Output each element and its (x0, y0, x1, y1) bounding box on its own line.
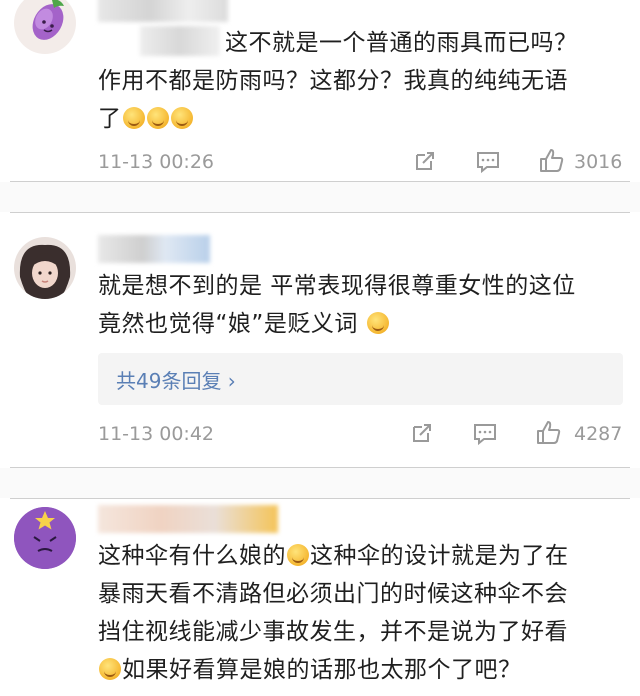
comment-line: 暴雨天看不清路但必须出门的时候这种伞不会 (98, 581, 568, 607)
comment-line: 作用不都是防雨吗？这都分？我真的纯纯无语 (98, 68, 568, 94)
like-count: 4287 (574, 423, 623, 445)
timestamp: 11-13 00:42 (98, 423, 215, 445)
section-gap (0, 182, 640, 212)
avatar-eggplant[interactable] (14, 0, 76, 54)
comment-icon[interactable] (471, 419, 499, 447)
comment-footer: 11-13 00:26 3016 (98, 147, 628, 177)
comment-text: 就是想不到的是 平常表现得很尊重女性的这位 竟然也觉得“娘”是贬义词 (98, 267, 618, 343)
sweat-emoji-icon (287, 544, 309, 566)
timestamp: 11-13 00:26 (98, 151, 215, 173)
comment-icon[interactable] (474, 147, 502, 175)
share-icon[interactable] (408, 419, 436, 447)
comment-line-text: 如果好看算是娘的话那也太那个了吧？ (122, 657, 522, 683)
sweat-emoji-icon (99, 658, 121, 680)
comment-1: 这不就是一个普通的雨具而已吗？ 作用不都是防雨吗？这都分？我真的纯纯无语 了 1… (0, 0, 640, 180)
laugh-emoji-icon (146, 107, 169, 129)
replies-box[interactable]: 共49条回复 › (98, 353, 623, 405)
comment-line-last: 了 (98, 100, 618, 138)
comment-line-text: 竟然也觉得“娘”是贬义词 (98, 311, 358, 337)
username-blurred[interactable] (98, 505, 278, 533)
comment-line-last: 竟然也觉得“娘”是贬义词 (98, 305, 618, 343)
comment-text: 这种伞有什么娘的 这种伞的设计就是为了在 暴雨天看不清路但必须出门的时候这种伞不会… (98, 537, 618, 689)
like-icon[interactable] (538, 147, 566, 175)
username-blurred[interactable] (98, 0, 228, 22)
username-blurred[interactable] (98, 235, 210, 263)
avatar-girl[interactable] (14, 237, 76, 299)
like-count: 3016 (574, 151, 623, 173)
comment-line: 挡住视线能减少事故发生，并不是说为了好看 (98, 619, 568, 645)
comment-footer: 11-13 00:42 4287 (98, 419, 628, 449)
comment-line: 就是想不到的是 平常表现得很尊重女性的这位 (98, 273, 576, 299)
comment-line: 这种伞有什么娘的 这种伞的设计就是为了在 (98, 537, 618, 575)
avatar-purple-star[interactable] (14, 507, 76, 569)
laugh-emoji-icon (170, 107, 193, 129)
comment-line-text: 这种伞的设计就是为了在 (310, 543, 569, 569)
comment-3: 这种伞有什么娘的 这种伞的设计就是为了在 暴雨天看不清路但必须出门的时候这种伞不会… (0, 499, 640, 696)
share-icon[interactable] (411, 147, 439, 175)
sweat-emoji-icon (366, 312, 389, 334)
comment-line-text: 了 (98, 106, 122, 132)
comment-2: 就是想不到的是 平常表现得很尊重女性的这位 竟然也觉得“娘”是贬义词 共49条回… (0, 213, 640, 465)
view-replies-link[interactable]: 共49条回复 › (116, 365, 236, 394)
comment-line: 这不就是一个普通的雨具而已吗？ (225, 30, 578, 56)
comment-text: 这不就是一个普通的雨具而已吗？ 作用不都是防雨吗？这都分？我真的纯纯无语 了 (98, 24, 618, 138)
like-icon[interactable] (535, 419, 563, 447)
comment-line: 如果好看算是娘的话那也太那个了吧？ (98, 651, 618, 689)
comment-line-text: 这种伞有什么娘的 (98, 543, 286, 569)
section-gap (0, 468, 640, 498)
laugh-emoji-icon (122, 107, 145, 129)
